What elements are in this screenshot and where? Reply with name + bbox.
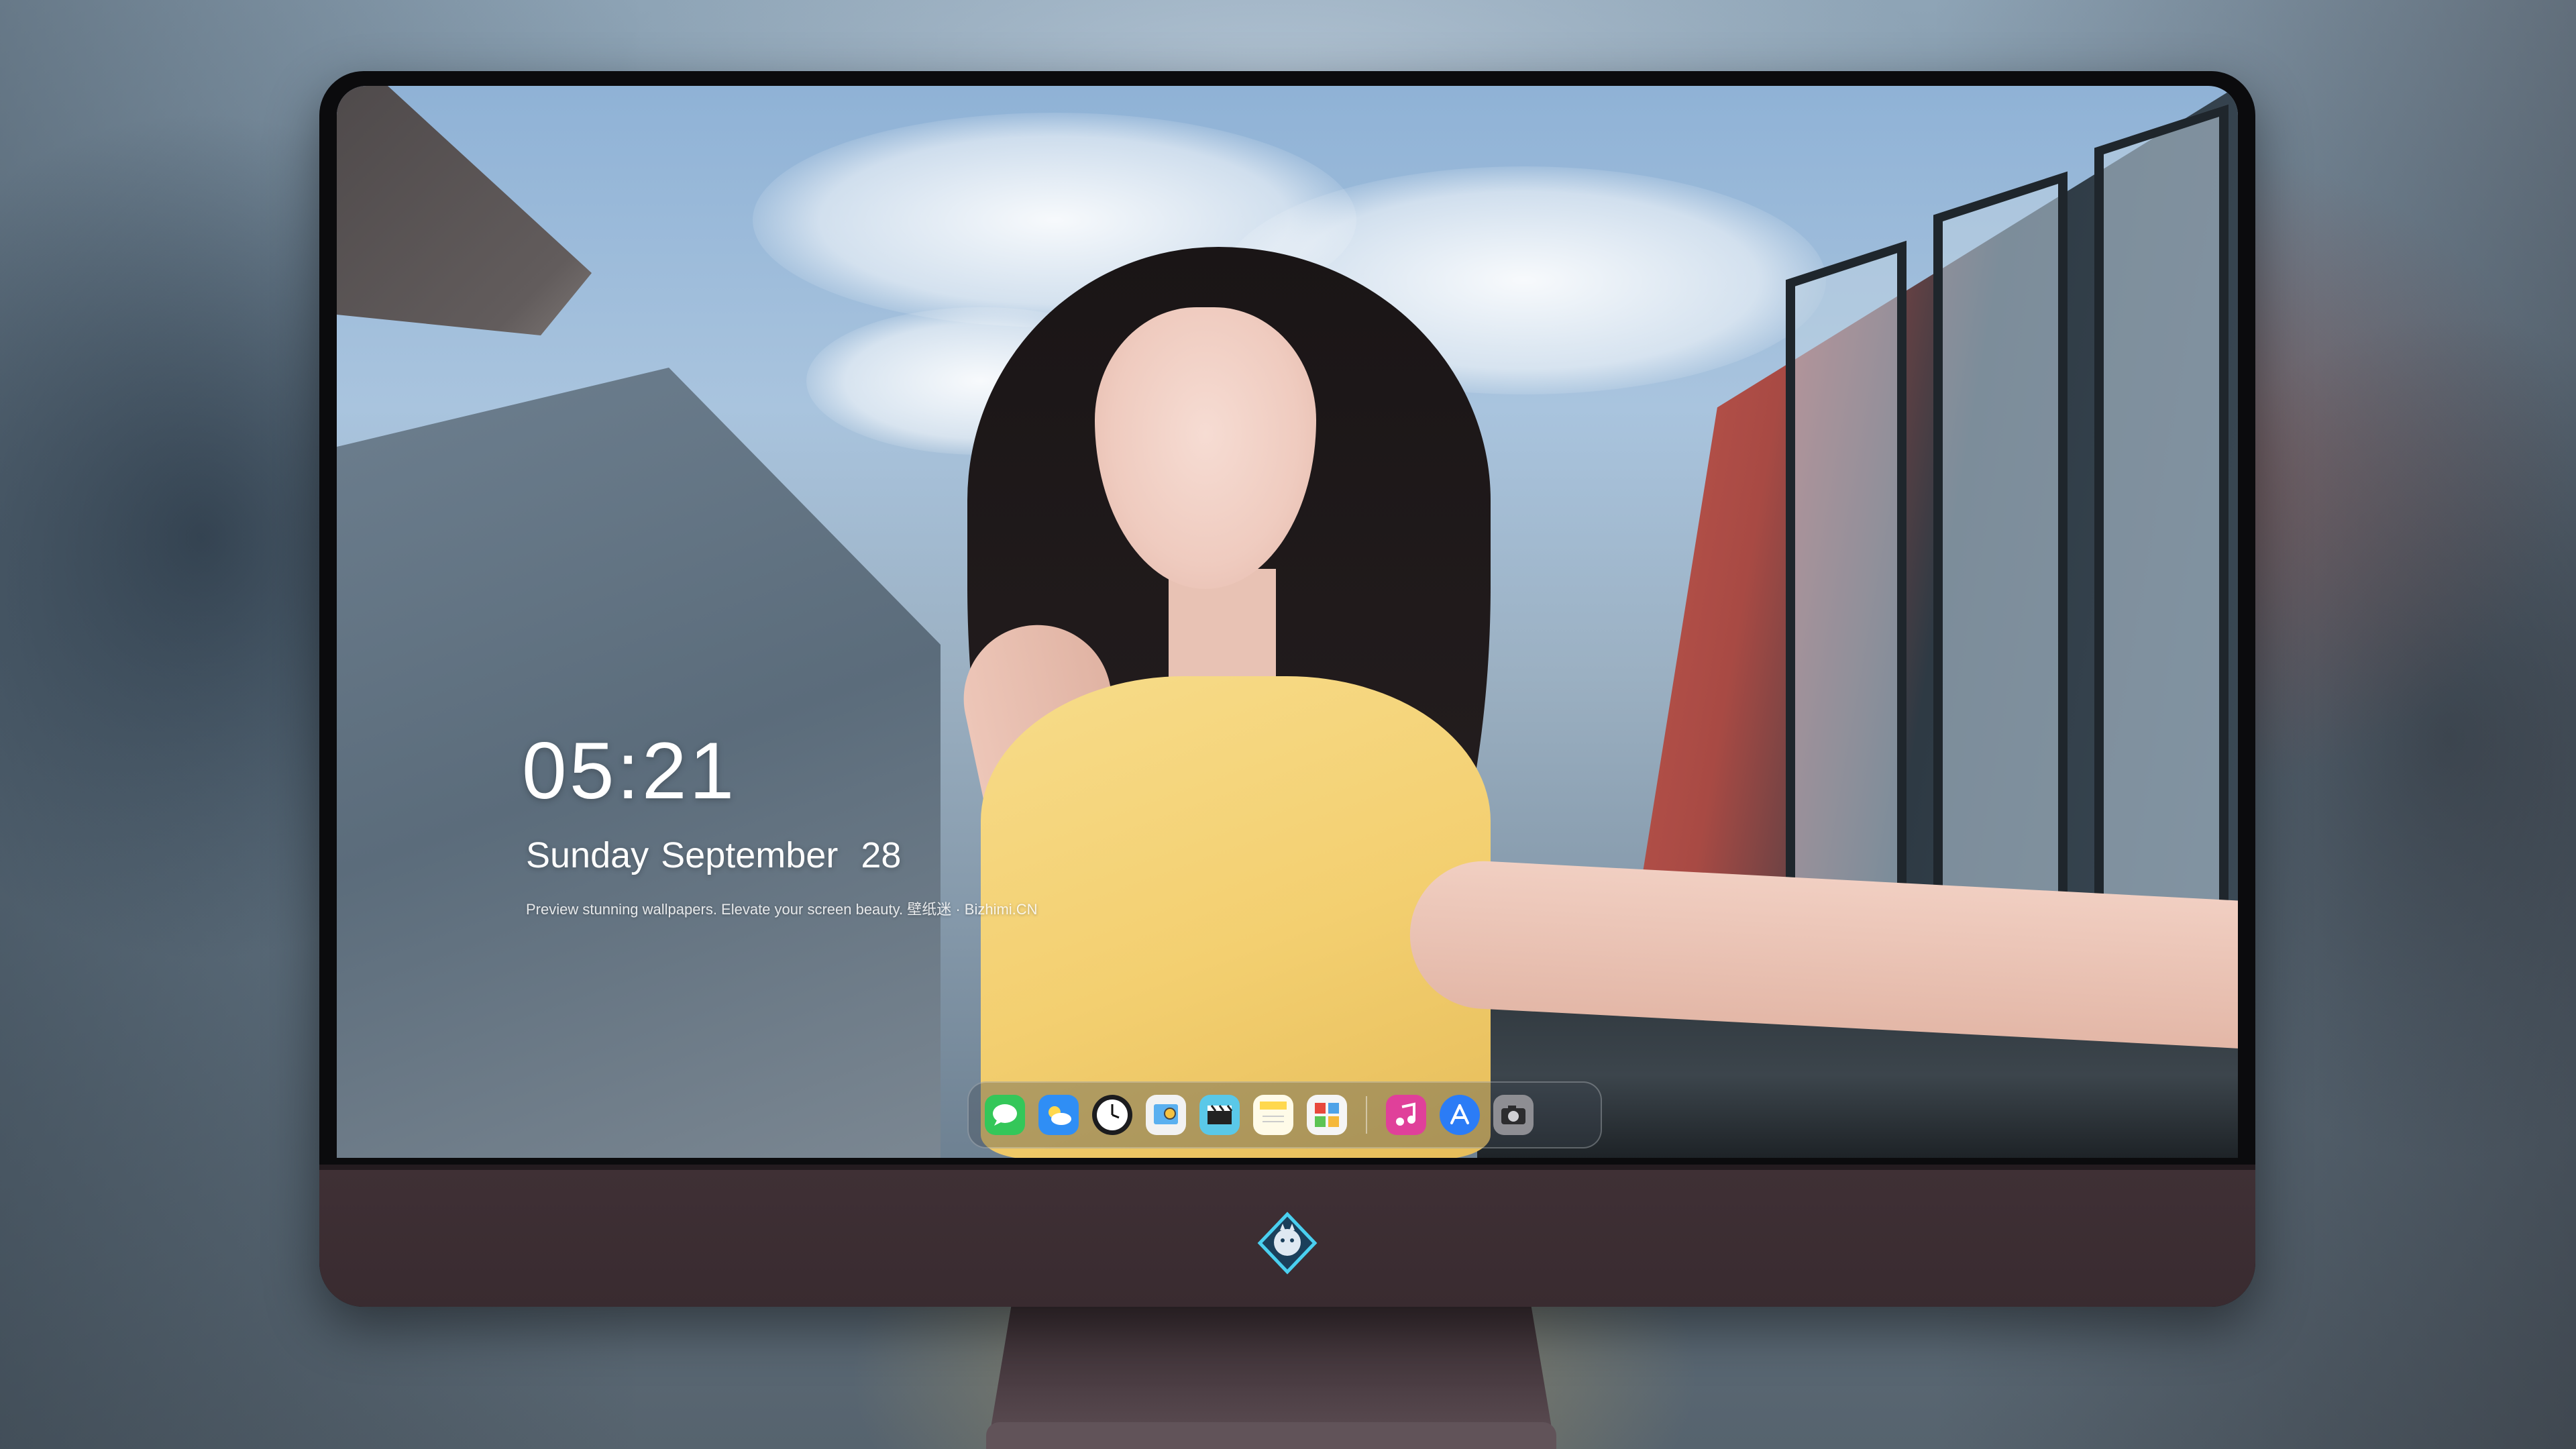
- window: [1933, 171, 2068, 967]
- lockscreen-month: September: [661, 835, 839, 875]
- messages-icon[interactable]: [985, 1095, 1025, 1135]
- notes-icon[interactable]: [1253, 1095, 1293, 1135]
- brand-logo-icon: [1256, 1212, 1319, 1275]
- photo-booth-icon[interactable]: [1307, 1095, 1347, 1135]
- lockscreen-weekday: Sunday: [526, 835, 649, 875]
- dock-separator: [1366, 1096, 1367, 1134]
- monitor-stand: [989, 1301, 1553, 1436]
- monitor-stand-base: [986, 1422, 1556, 1449]
- window: [1786, 240, 1907, 951]
- dock: [967, 1081, 1602, 1148]
- clock-icon[interactable]: [1092, 1095, 1132, 1135]
- lockscreen-tagline: Preview stunning wallpapers. Elevate you…: [526, 901, 1038, 918]
- window: [2094, 104, 2229, 967]
- final-cut-icon[interactable]: [1199, 1095, 1240, 1135]
- lockscreen-time: 05:21: [522, 726, 737, 816]
- monitor: 05:21 Sunday September 28 Preview stunning…: [319, 71, 2255, 1307]
- lockscreen-date: Sunday September 28: [526, 835, 913, 876]
- monitor-chin: [319, 1165, 2255, 1307]
- music-icon[interactable]: [1386, 1095, 1426, 1135]
- preview-icon[interactable]: [1146, 1095, 1186, 1135]
- lockscreen-day: 28: [861, 835, 902, 875]
- weather-icon[interactable]: [1038, 1095, 1079, 1135]
- app-store-icon[interactable]: [1440, 1095, 1480, 1135]
- camera-icon[interactable]: [1493, 1095, 1534, 1135]
- screen: 05:21 Sunday September 28 Preview stunning…: [337, 86, 2238, 1158]
